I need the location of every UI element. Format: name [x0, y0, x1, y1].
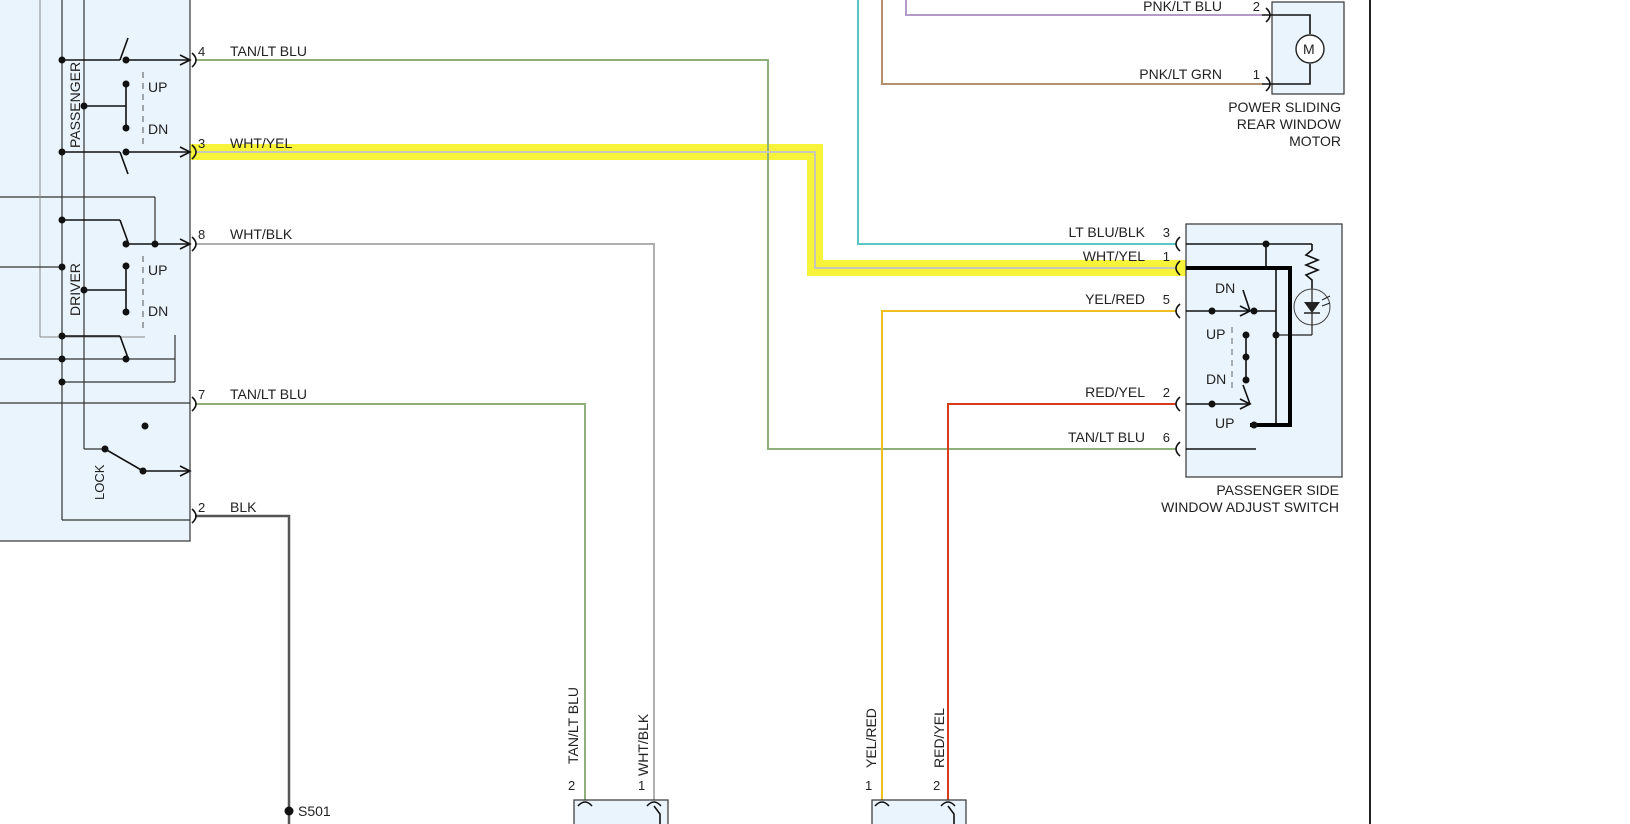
wire-lt-blu-blk	[857, 0, 1176, 245]
wire-blk-pin2	[195, 514, 291, 824]
bottom-left-wire-label-1: TAN/LT BLU	[565, 687, 581, 764]
motor-pin1-label: PNK/LT GRN	[1139, 66, 1222, 82]
switch-dn-label-top: DN	[1215, 280, 1235, 296]
motor-pin2-label: PNK/LT BLU	[1143, 0, 1222, 14]
rear-window-motor: M 2 PNK/LT BLU 1 PNK/LT GRN POWER SLIDIN…	[857, 0, 1345, 245]
pswitch-pin5-label: YEL/RED	[1085, 291, 1145, 307]
motor-title-line2: REAR WINDOW	[1237, 116, 1342, 132]
wire-red-yel	[947, 403, 1176, 824]
switch-up-label-top: UP	[1206, 326, 1225, 342]
wiring-diagram: PASSENGER DRIVER LOCK UP DN UP DN 4 TAN/…	[0, 0, 1371, 824]
splice-s501-dot	[284, 806, 294, 816]
bottom-left-wire-label-2: WHT/BLK	[635, 713, 651, 776]
motor-pin1-number: 1	[1253, 67, 1260, 82]
wire-tan-lt-blu-pin4	[195, 59, 1176, 450]
pin2-number: 2	[198, 500, 205, 515]
passenger-section-label: PASSENGER	[67, 62, 83, 148]
pswitch-title-line1: PASSENGER SIDE	[1216, 482, 1339, 498]
pin4-wire-label: TAN/LT BLU	[230, 43, 307, 59]
bottom-connector-left: TAN/LT BLU WHT/BLK 2 1	[565, 687, 669, 824]
bottom-right-pin-a: 1	[865, 778, 872, 793]
pswitch-pin6-number: 6	[1163, 430, 1170, 445]
switch-up-label-bottom: UP	[1215, 415, 1234, 431]
motor-pin2-number: 2	[1253, 0, 1260, 14]
lock-label: LOCK	[92, 464, 107, 500]
bottom-connector-right: YEL/RED RED/YEL 1 2	[863, 708, 967, 824]
pswitch-title-line2: WINDOW ADJUST SWITCH	[1161, 499, 1339, 515]
pswitch-pin1-label: WHT/YEL	[1083, 248, 1145, 264]
motor-symbol-text: M	[1303, 41, 1315, 57]
pswitch-pin3-number: 3	[1163, 225, 1170, 240]
pin7-wire-label: TAN/LT BLU	[230, 386, 307, 402]
pin3-wire-label: WHT/YEL	[230, 135, 292, 151]
pin7-number: 7	[198, 387, 205, 402]
passenger-window-switch: DN UP DN UP 3 LT BLU/BLK 1 WHT/YEL 5 YEL…	[881, 223, 1343, 824]
splice-label: S501	[298, 803, 331, 819]
passenger-switch-body	[1185, 223, 1343, 478]
pswitch-pin3-label: LT BLU/BLK	[1068, 224, 1145, 240]
pswitch-pin2-label: RED/YEL	[1085, 384, 1145, 400]
switch-dn-label-bottom: DN	[1206, 371, 1226, 387]
pin4-number: 4	[198, 44, 205, 59]
pin8-number: 8	[198, 227, 205, 242]
driver-up-label: UP	[148, 262, 167, 278]
pswitch-pin2-number: 2	[1163, 385, 1170, 400]
motor-title-line1: POWER SLIDING	[1228, 99, 1341, 115]
master-switch-wires: 4 TAN/LT BLU 3 WHT/YEL 8 WHT/BLK 7 TAN/L…	[191, 43, 1176, 824]
bottom-right-wire-label-2: RED/YEL	[931, 708, 947, 768]
master-window-switch: PASSENGER DRIVER LOCK UP DN UP DN	[0, 0, 192, 542]
bottom-left-pin-b: 1	[638, 778, 645, 793]
wire-tan-lt-blu-pin7	[195, 403, 586, 800]
pin8-wire-label: WHT/BLK	[230, 226, 293, 242]
pswitch-pin1-number: 1	[1163, 249, 1170, 264]
wire-wht-yel-pin3	[195, 151, 1176, 269]
driver-dn-label: DN	[148, 303, 168, 319]
pin2-wire-label: BLK	[230, 499, 257, 515]
passenger-up-label: UP	[148, 79, 167, 95]
bottom-right-pin-b: 2	[933, 778, 940, 793]
motor-title-line3: MOTOR	[1289, 133, 1341, 149]
driver-section-label: DRIVER	[67, 263, 83, 316]
bottom-right-wire-label-1: YEL/RED	[863, 708, 879, 768]
pin3-number: 3	[198, 136, 205, 151]
bottom-left-pin-a: 2	[568, 778, 575, 793]
pswitch-pin6-label: TAN/LT BLU	[1068, 429, 1145, 445]
passenger-dn-label: DN	[148, 121, 168, 137]
pswitch-pin5-number: 5	[1163, 292, 1170, 307]
